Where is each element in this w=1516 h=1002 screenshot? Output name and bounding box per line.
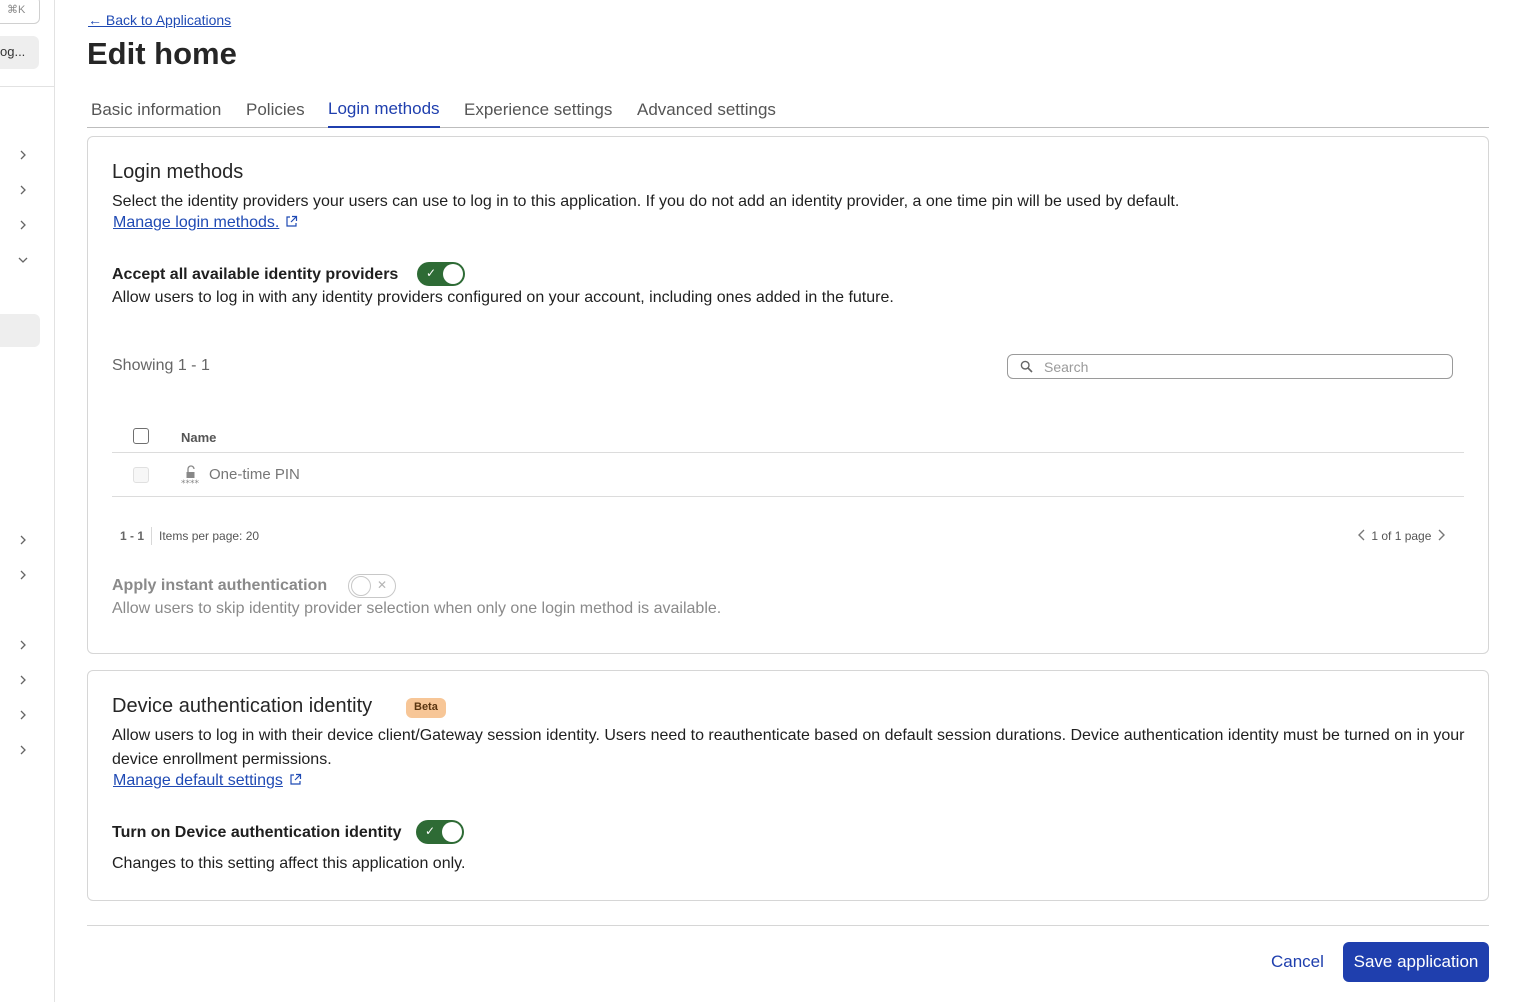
- chevron-right-icon[interactable]: [16, 148, 30, 162]
- external-link-icon: [289, 773, 302, 791]
- tab-basic-information[interactable]: Basic information: [91, 100, 221, 127]
- cancel-button[interactable]: Cancel: [1259, 943, 1336, 981]
- chevron-right-icon[interactable]: [16, 743, 30, 757]
- svg-text:****: ****: [181, 479, 200, 487]
- device-auth-toggle[interactable]: ✓: [416, 820, 464, 844]
- sidebar-item-active[interactable]: [0, 314, 40, 347]
- login-methods-description: Select the identity providers your users…: [112, 193, 1180, 210]
- search-shortcut-hint[interactable]: ⌘K: [0, 0, 40, 24]
- table-header: Name: [112, 425, 1464, 453]
- device-auth-toggle-label: Turn on Device authentication identity: [112, 824, 402, 841]
- footer-divider: [87, 925, 1489, 926]
- chevron-right-icon[interactable]: [16, 183, 30, 197]
- instant-auth-toggle[interactable]: ✕: [348, 574, 396, 598]
- row-name: One-time PIN: [209, 466, 300, 483]
- manage-login-methods-link-wrap: Manage login methods.: [113, 214, 298, 233]
- chevron-right-icon[interactable]: [1435, 528, 1447, 545]
- chevron-down-icon[interactable]: [16, 253, 30, 267]
- tab-login-methods[interactable]: Login methods: [328, 99, 440, 128]
- back-to-applications-link[interactable]: ← Back to Applications: [88, 12, 231, 28]
- check-icon: ✓: [425, 824, 436, 838]
- toggle-knob: [443, 264, 463, 284]
- chevron-right-icon[interactable]: [16, 568, 30, 582]
- device-auth-note: Changes to this setting affect this appl…: [112, 855, 466, 872]
- tab-advanced-settings[interactable]: Advanced settings: [637, 100, 776, 127]
- check-icon: ✓: [426, 266, 437, 280]
- chevron-right-icon[interactable]: [16, 533, 30, 547]
- tab-experience-settings[interactable]: Experience settings: [464, 100, 612, 127]
- pagination-range: 1 - 1: [120, 529, 145, 543]
- account-switcher[interactable]: og...: [0, 36, 39, 69]
- tab-policies[interactable]: Policies: [246, 100, 305, 127]
- pagination-divider: [151, 527, 153, 545]
- showing-count: Showing 1 - 1: [112, 357, 210, 374]
- column-header-name[interactable]: Name: [181, 430, 216, 445]
- accept-all-label: Accept all available identity providers: [112, 266, 399, 283]
- external-link-icon: [285, 215, 298, 233]
- device-auth-card: Device authentication identity Beta Allo…: [87, 670, 1489, 901]
- page-info: 1 of 1 page: [1371, 529, 1432, 543]
- sidebar-divider: [0, 86, 55, 87]
- pagination-summary: 1 - 1 Items per page: 20: [120, 527, 259, 545]
- close-icon: ✕: [377, 578, 388, 592]
- page-title: Edit home: [87, 36, 237, 71]
- toggle-knob: [442, 822, 462, 842]
- lock-pin-icon: ****: [181, 463, 203, 489]
- table-row: **** One-time PIN: [112, 453, 1464, 497]
- beta-badge: Beta: [406, 698, 446, 718]
- row-checkbox[interactable]: [133, 467, 149, 483]
- sidebar: ⌘K og...: [0, 0, 55, 1002]
- accept-all-description: Allow users to log in with any identity …: [112, 289, 894, 306]
- chevron-right-icon[interactable]: [16, 708, 30, 722]
- search-box: [1007, 354, 1453, 379]
- accept-all-toggle[interactable]: ✓: [417, 262, 465, 286]
- chevron-right-icon[interactable]: [16, 638, 30, 652]
- manage-login-methods-link[interactable]: Manage login methods.: [113, 214, 279, 231]
- select-all-checkbox[interactable]: [133, 428, 149, 444]
- instant-auth-label: Apply instant authentication: [112, 577, 328, 594]
- device-auth-description: Allow users to log in with their device …: [112, 727, 1465, 768]
- chevron-right-icon[interactable]: [16, 673, 30, 687]
- save-application-button[interactable]: Save application: [1343, 942, 1489, 982]
- search-input[interactable]: [1042, 357, 1442, 376]
- manage-default-settings-link[interactable]: Manage default settings: [113, 772, 283, 789]
- tab-bar: Basic information Policies Login methods…: [87, 94, 1489, 128]
- login-methods-heading: Login methods: [112, 161, 244, 183]
- toggle-knob: [351, 576, 371, 596]
- device-auth-heading: Device authentication identity: [112, 695, 373, 717]
- manage-default-settings-link-wrap: Manage default settings: [113, 772, 302, 791]
- chevron-right-icon[interactable]: [16, 218, 30, 232]
- instant-auth-description: Allow users to skip identity provider se…: [112, 600, 722, 617]
- chevron-left-icon[interactable]: [1356, 528, 1368, 545]
- pagination-controls: 1 of 1 page: [1356, 528, 1447, 545]
- login-methods-card: Login methods Select the identity provid…: [87, 136, 1489, 654]
- search-icon: [1020, 360, 1033, 378]
- items-per-page[interactable]: Items per page: 20: [159, 529, 259, 543]
